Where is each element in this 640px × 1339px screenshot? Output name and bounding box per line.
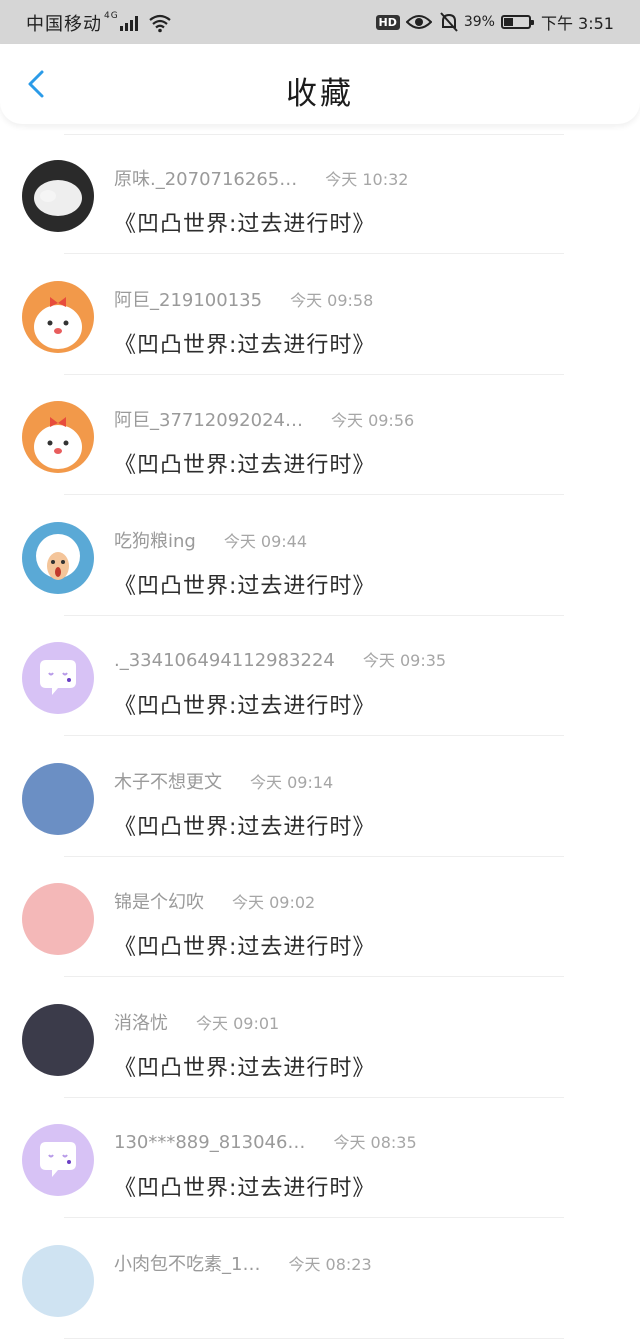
timestamp: 今天 09:56 [330, 411, 415, 430]
status-right: HD 39% 下午 3:51 [375, 10, 614, 34]
favorite-item[interactable]: 130***889_813046… 今天 08:35 《凹凸世界:过去进行时》 [0, 1098, 640, 1218]
timestamp: 今天 08:35 [333, 1133, 417, 1152]
chat-bubble-icon [40, 1142, 76, 1177]
favorite-item[interactable]: 消洛忧 今天 09:01 《凹凸世界:过去进行时》 [0, 978, 640, 1098]
item-meta: 消洛忧 今天 09:01 [114, 1009, 279, 1035]
eye-icon [405, 15, 432, 29]
book-title[interactable]: 《凹凸世界:过去进行时》 [114, 1050, 375, 1082]
mute-bell-icon [440, 12, 458, 32]
username[interactable]: 木子不想更文 [114, 772, 222, 793]
item-meta: ._334106494112983224 今天 09:35 [114, 647, 446, 671]
username[interactable]: 锦是个幻吹 [114, 892, 204, 913]
timestamp: 今天 10:32 [325, 170, 409, 189]
cartoon-sheep-icon [36, 533, 80, 580]
item-meta: 锦是个幻吹 今天 09:02 [114, 888, 315, 914]
cartoon-dog-icon [34, 296, 82, 349]
favorite-item[interactable]: 小肉包不吃素_1… 今天 08:23 [0, 1219, 640, 1339]
book-title[interactable]: 《凹凸世界:过去进行时》 [114, 688, 375, 720]
battery-percent: 39% [463, 14, 495, 30]
status-left: 中国移动 4G [26, 10, 172, 36]
avatar[interactable] [22, 1124, 94, 1196]
username[interactable]: 130***889_813046… [114, 1132, 305, 1153]
username[interactable]: 阿巨_219100135 [114, 290, 262, 311]
username[interactable]: 吃狗粮ing [114, 531, 196, 552]
chat-bubble-icon [40, 660, 76, 695]
favorite-item[interactable]: 阿巨_219100135 今天 09:58 《凹凸世界:过去进行时》 [0, 255, 640, 375]
avatar[interactable] [22, 762, 94, 835]
item-meta: 吃狗粮ing 今天 09:44 [114, 527, 307, 553]
signal-icon [119, 15, 140, 31]
username[interactable]: 阿巨_37712092024… [114, 410, 303, 431]
clock: 下午 3:51 [540, 14, 614, 33]
username[interactable]: 原味._2070716265… [114, 169, 297, 190]
item-meta: 小肉包不吃素_1… 今天 08:23 [114, 1250, 372, 1276]
timestamp: 今天 09:58 [290, 290, 374, 310]
network-type: 4G [104, 11, 119, 21]
hd-badge: HD [375, 14, 400, 30]
timestamp: 今天 09:02 [232, 893, 316, 912]
book-title[interactable]: 《凹凸世界:过去进行时》 [114, 568, 375, 600]
book-title[interactable]: 《凹凸世界:过去进行时》 [114, 809, 375, 841]
page-title: 收藏 [286, 76, 354, 112]
username[interactable]: 消洛忧 [114, 1013, 168, 1034]
item-meta: 130***889_813046… 今天 08:35 [114, 1129, 417, 1153]
carrier-label: 中国移动 [26, 14, 102, 35]
timestamp: 今天 09:01 [196, 1013, 280, 1033]
favorite-item[interactable]: 原味._2070716265… 今天 10:32 《凹凸世界:过去进行时》 [0, 134, 640, 254]
wifi-icon [149, 14, 171, 33]
favorite-item[interactable]: 阿巨_37712092024… 今天 09:56 《凹凸世界:过去进行时》 [0, 375, 640, 495]
app-header: 收藏 [0, 44, 640, 124]
cartoon-dog-icon [34, 417, 82, 469]
book-title[interactable]: 《凹凸世界:过去进行时》 [114, 447, 375, 479]
avatar[interactable] [22, 401, 94, 473]
username[interactable]: 小肉包不吃素_1… [114, 1254, 260, 1275]
favorites-list: 原味._2070716265… 今天 10:32 《凹凸世界:过去进行时》 阿巨_… [0, 124, 640, 1339]
list-divider [64, 1337, 564, 1339]
favorite-item[interactable]: 锦是个幻吹 今天 09:02 《凹凸世界:过去进行时》 [0, 857, 640, 977]
avatar[interactable] [22, 883, 94, 955]
item-meta: 阿巨_37712092024… 今天 09:56 [114, 406, 414, 432]
favorite-item[interactable]: ._334106494112983224 今天 09:35 《凹凸世界:过去进行时… [0, 616, 640, 736]
battery-icon [500, 15, 534, 29]
username[interactable]: ._334106494112983224 [114, 650, 335, 671]
book-title[interactable]: 《凹凸世界:过去进行时》 [114, 327, 375, 359]
timestamp: 今天 09:14 [250, 772, 334, 792]
avatar[interactable] [22, 280, 94, 353]
status-bar: 中国移动 4G HD 39% 下午 3:51 [0, 0, 640, 44]
favorite-item[interactable]: 木子不想更文 今天 09:14 《凹凸世界:过去进行时》 [0, 737, 640, 857]
avatar[interactable] [22, 521, 94, 594]
favorite-item[interactable]: 吃狗粮ing 今天 09:44 《凹凸世界:过去进行时》 [0, 496, 640, 616]
item-meta: 阿巨_219100135 今天 09:58 [114, 286, 373, 312]
avatar[interactable] [22, 642, 94, 714]
avatar[interactable] [22, 1244, 94, 1317]
timestamp: 今天 09:35 [362, 651, 447, 670]
item-meta: 原味._2070716265… 今天 10:32 [114, 165, 408, 191]
timestamp: 今天 08:23 [288, 1254, 372, 1274]
avatar[interactable] [22, 160, 94, 232]
timestamp: 今天 09:44 [223, 531, 308, 551]
cat-photo-icon [34, 180, 82, 216]
avatar[interactable] [22, 1003, 94, 1076]
book-title[interactable]: 《凹凸世界:过去进行时》 [114, 1170, 375, 1202]
book-title[interactable]: 《凹凸世界:过去进行时》 [114, 929, 375, 961]
book-title[interactable]: 《凹凸世界:过去进行时》 [114, 206, 375, 238]
item-meta: 木子不想更文 今天 09:14 [114, 768, 333, 794]
